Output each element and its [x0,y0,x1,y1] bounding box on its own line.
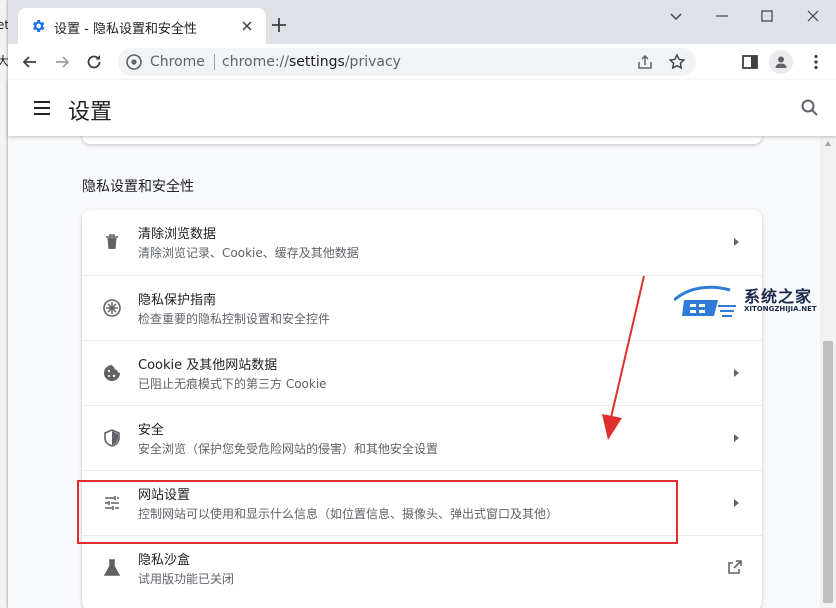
row-subtitle: 已阻止无痕模式下的第三方 Cookie [138,377,327,391]
row-title: 隐私沙盒 [138,553,191,568]
search-icon[interactable] [800,98,820,118]
shield-icon [104,429,120,447]
settings-header: 设置 [8,80,836,136]
row-title: 隐私保护指南 [138,293,217,308]
chrome-logo-icon [126,54,142,70]
chevron-right-icon [734,369,739,377]
row-subtitle: 清除浏览记录、Cookie、缓存及其他数据 [138,246,359,260]
tab-search-chevron-icon[interactable] [666,6,686,26]
annotation-arrow-icon [602,275,645,440]
site-chip-label: Chrome [150,54,205,70]
chevron-right-icon [734,499,739,507]
browser-toolbar: Chrome chrome://settings/privacy [8,44,836,80]
profile-avatar[interactable] [769,50,793,74]
row-title: Cookie 及其他网站数据 [138,358,278,373]
watermark: 系统之家 XITONGZHIJIA.NET [674,282,836,322]
back-arrow-icon[interactable] [20,52,40,72]
maximize-icon[interactable] [757,6,777,26]
tab-settings-privacy[interactable]: 设置 - 隐私设置和安全性 [18,8,266,44]
bookmark-star-icon[interactable] [668,53,686,71]
address-bar[interactable]: Chrome chrome://settings/privacy [118,48,696,76]
trash-icon [106,234,118,249]
row-cookies[interactable]: Cookie 及其他网站数据 已阻止无痕模式下的第三方 Cookie [82,340,762,405]
row-security[interactable]: 安全 安全浏览（保护您免受危险网站的侵害）和其他安全设置 [82,405,762,470]
row-privacy-sandbox[interactable]: 隐私沙盒 试用版功能已关闭 [82,535,762,600]
tab-title: 设置 - 隐私设置和安全性 [54,22,197,37]
row-clear-browsing-data[interactable]: 清除浏览数据 清除浏览记录、Cookie、缓存及其他数据 [82,210,762,275]
watermark-logo-icon [674,285,736,317]
row-title: 清除浏览数据 [138,227,217,242]
open-in-new-icon [728,560,742,574]
chevron-right-icon [734,434,739,442]
scrollbar[interactable] [820,136,836,608]
watermark-subtitle: XITONGZHIJIA.NET [744,305,817,313]
background-window-edge: et 大 [0,0,9,608]
reload-icon[interactable] [84,52,104,72]
settings-gear-icon [32,20,45,32]
row-subtitle: 检查重要的隐私控制设置和安全控件 [138,312,331,326]
side-panel-icon[interactable] [740,52,760,72]
forward-arrow-icon[interactable] [52,52,72,72]
annotation-highlight-box [77,480,678,544]
minimize-icon[interactable] [712,6,732,26]
scroll-up-arrow-icon[interactable] [824,140,832,148]
scroll-thumb[interactable] [823,341,833,603]
new-tab-icon[interactable] [270,16,288,34]
page-title: 设置 [68,100,113,125]
more-menu-icon[interactable] [806,52,826,72]
close-window-icon[interactable] [803,6,823,26]
previous-section-card [82,136,762,144]
hamburger-menu-icon[interactable] [32,98,52,118]
flask-icon [103,559,121,576]
omnibox-divider [214,54,215,70]
person-icon [775,56,787,68]
url-text: chrome://settings/privacy [222,54,401,70]
chevron-right-icon [734,238,739,246]
close-tab-icon[interactable] [238,17,256,35]
cookie-icon [104,365,120,381]
tab-strip: 设置 - 隐私设置和安全性 [8,0,836,44]
share-icon[interactable] [636,53,654,71]
watermark-title: 系统之家 [744,287,813,306]
privacy-guide-icon [103,299,121,317]
row-subtitle: 试用版功能已关闭 [138,572,235,586]
row-title: 安全 [138,423,165,438]
privacy-settings-card: 清除浏览数据 清除浏览记录、Cookie、缓存及其他数据 隐私保护指南 检查重要… [82,210,762,608]
row-subtitle: 安全浏览（保护您免受危险网站的侵害）和其他安全设置 [138,442,439,456]
row-privacy-guide[interactable]: 隐私保护指南 检查重要的隐私控制设置和安全控件 [82,275,762,340]
section-title: 隐私设置和安全性 [82,179,194,195]
